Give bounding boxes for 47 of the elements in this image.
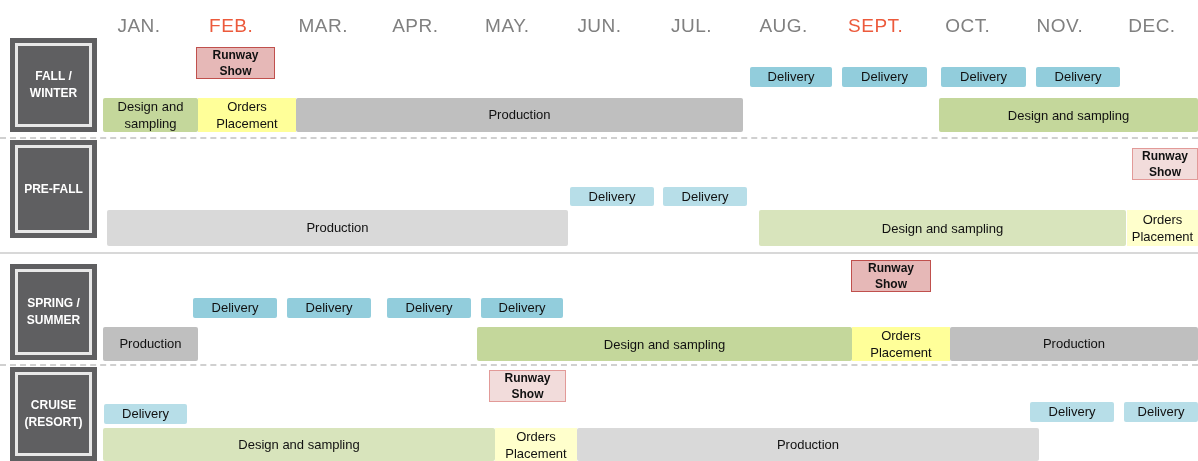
delivery-block: Delivery — [1124, 402, 1198, 422]
delivery-block: Delivery — [570, 187, 654, 206]
month-label: NOV. — [1036, 14, 1084, 38]
season-label: PRE-FALL — [15, 145, 92, 233]
month-label: SEPT. — [848, 14, 904, 38]
delivery-block: Delivery — [1030, 402, 1114, 422]
production-block: Production — [950, 327, 1198, 361]
delivery-block: Delivery — [481, 298, 563, 318]
delivery-block: Delivery — [387, 298, 471, 318]
design-sampling-block: Design and sampling — [939, 98, 1198, 132]
production-block: Production — [577, 428, 1039, 461]
delivery-block: Delivery — [750, 67, 832, 87]
runway-show-block: Runway Show — [489, 370, 566, 402]
season-label: FALL / WINTER — [15, 43, 92, 127]
month-label: APR. — [392, 14, 439, 38]
month-label: JUL. — [671, 14, 712, 38]
delivery-block: Delivery — [1036, 67, 1120, 87]
design-sampling-block: Design and sampling — [759, 210, 1126, 246]
month-label: JUN. — [577, 14, 622, 38]
month-label: JAN. — [117, 14, 161, 38]
orders-placement-block: Orders Placement — [1127, 210, 1198, 246]
delivery-block: Delivery — [941, 67, 1026, 87]
design-sampling-block: Design and sampling — [477, 327, 852, 361]
production-block: Production — [103, 327, 198, 361]
delivery-block: Delivery — [842, 67, 927, 87]
design-sampling-block: Design and sampling — [103, 428, 495, 461]
delivery-block: Delivery — [193, 298, 277, 318]
production-block: Production — [296, 98, 743, 132]
design-sampling-block: Design and sampling — [103, 98, 198, 132]
orders-placement-block: Orders Placement — [852, 327, 950, 361]
season-label: SPRING / SUMMER — [15, 269, 92, 355]
month-label: OCT. — [945, 14, 991, 38]
month-label: AUG. — [759, 14, 808, 38]
runway-show-block: Runway Show — [851, 260, 931, 292]
month-label: MAY. — [485, 14, 530, 38]
delivery-block: Delivery — [104, 404, 187, 424]
delivery-block: Delivery — [663, 187, 747, 206]
orders-placement-block: Orders Placement — [495, 428, 577, 461]
delivery-block: Delivery — [287, 298, 371, 318]
runway-show-block: Runway Show — [196, 47, 275, 79]
production-block: Production — [107, 210, 568, 246]
runway-show-block: Runway Show — [1132, 148, 1198, 180]
month-label: FEB. — [209, 14, 254, 38]
orders-placement-block: Orders Placement — [198, 98, 296, 132]
month-label: DEC. — [1128, 14, 1176, 38]
month-label: MAR. — [298, 14, 348, 38]
season-label: CRUISE (RESORT) — [15, 372, 92, 456]
